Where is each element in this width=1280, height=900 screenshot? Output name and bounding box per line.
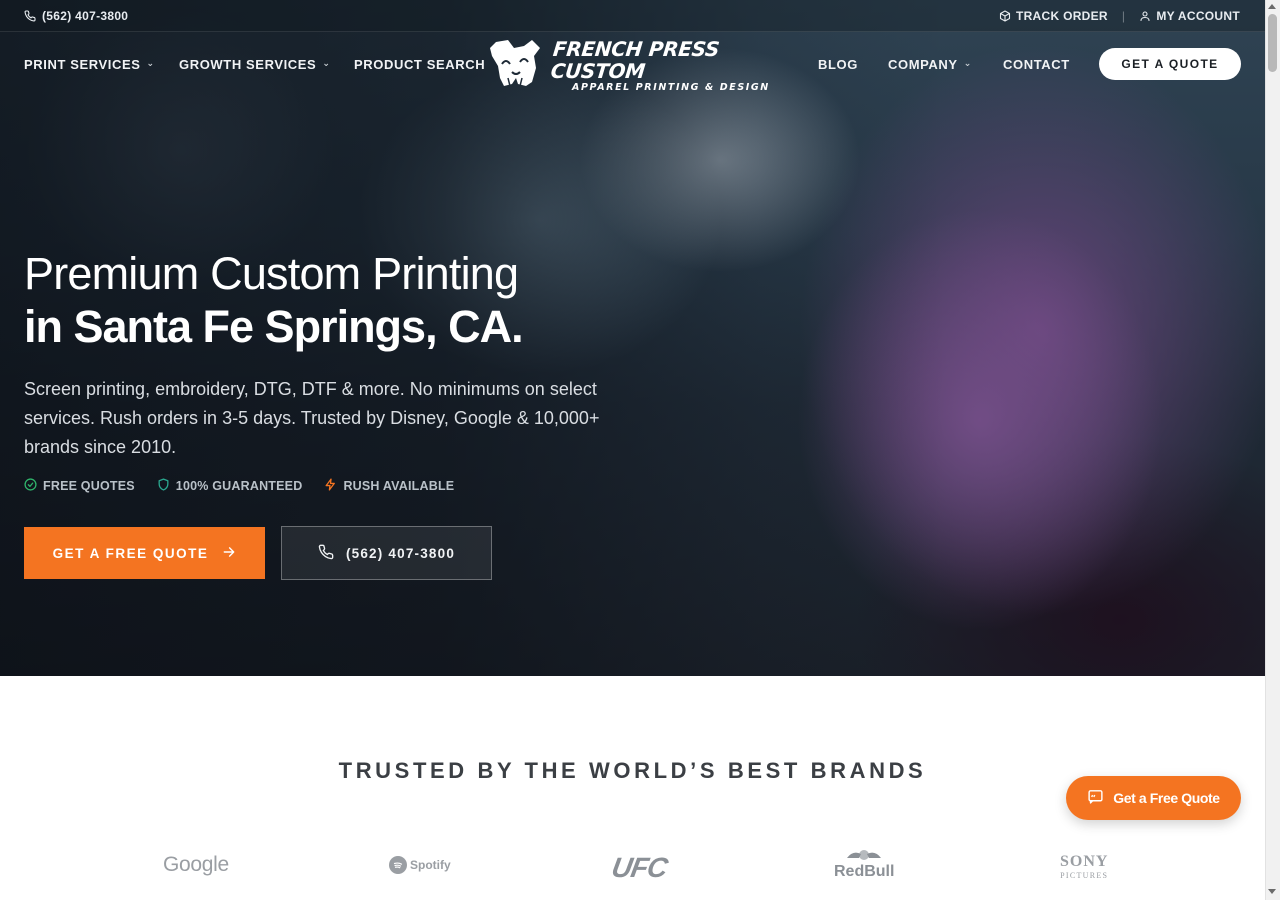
chevron-down-icon: ⌄ xyxy=(322,58,331,68)
badge-guaranteed-label: 100% GUARANTEED xyxy=(175,479,303,493)
chat-icon xyxy=(1087,788,1104,808)
french-bulldog-logo-icon xyxy=(488,38,544,93)
call-phone-button[interactable]: (562) 407-3800 xyxy=(281,526,492,580)
chevron-down-icon: ⌄ xyxy=(146,58,155,68)
check-circle-icon xyxy=(24,478,37,494)
nav-contact[interactable]: CONTACT xyxy=(1003,57,1070,72)
sony-wordmark: SONY xyxy=(1060,853,1109,870)
box-icon xyxy=(999,10,1011,22)
topbar-phone-link[interactable]: (562) 407-3800 xyxy=(24,9,128,23)
floating-quote-label: Get a Free Quote xyxy=(1113,790,1220,806)
track-order-label: TRACK ORDER xyxy=(1015,9,1108,23)
redbull-wordmark: RedBull xyxy=(834,863,895,880)
shield-icon xyxy=(157,478,170,494)
nav-growth-services[interactable]: GROWTH SERVICES ⌄ xyxy=(179,57,331,72)
spotify-wordmark: Spotify xyxy=(410,858,451,872)
phone-icon xyxy=(24,10,36,22)
phone-icon xyxy=(318,544,334,563)
floating-quote-button[interactable]: Get a Free Quote xyxy=(1066,776,1241,820)
get-free-quote-label: GET A FREE QUOTE xyxy=(52,545,209,561)
badge-free-quotes: FREE QUOTES xyxy=(24,478,135,494)
sony-pictures-logo: SONY PICTURES xyxy=(1060,853,1109,883)
ufc-logo: UFC xyxy=(609,852,670,883)
get-free-quote-button[interactable]: GET A FREE QUOTE xyxy=(24,527,265,579)
topbar-separator: | xyxy=(1121,9,1126,23)
nav-company-label: COMPANY xyxy=(888,57,958,72)
nav-product-search[interactable]: PRODUCT SEARCH xyxy=(354,57,485,72)
my-account-label: MY ACCOUNT xyxy=(1156,9,1240,23)
redbull-logo: RedBull xyxy=(834,848,895,880)
scroll-up-arrow-icon[interactable] xyxy=(1268,4,1276,9)
main-nav: PRINT SERVICES ⌄ GROWTH SERVICES ⌄ PRODU… xyxy=(0,32,1265,96)
hero-headline-line2: in Santa Fe Springs, CA. xyxy=(24,301,524,352)
utility-bar: (562) 407-3800 TRACK ORDER | MY ACCOUNT xyxy=(0,0,1265,32)
nav-blog[interactable]: BLOG xyxy=(818,57,858,72)
get-a-quote-button[interactable]: GET A QUOTE xyxy=(1099,48,1241,80)
badge-rush: RUSH AVAILABLE xyxy=(324,478,454,494)
redbull-bulls-icon xyxy=(847,850,882,860)
hero-subtext: Screen printing, embroidery, DTG, DTF & … xyxy=(24,379,600,457)
topbar-phone-text: (562) 407-3800 xyxy=(42,9,129,23)
sony-pictures-wordmark: PICTURES xyxy=(1060,871,1109,880)
my-account-link[interactable]: MY ACCOUNT xyxy=(1139,9,1240,23)
user-icon xyxy=(1139,10,1151,22)
spotify-logo: Spotify xyxy=(389,856,451,874)
nav-company[interactable]: COMPANY ⌄ xyxy=(888,57,972,72)
nav-print-services-label: PRINT SERVICES xyxy=(24,57,141,72)
nav-contact-label: CONTACT xyxy=(1003,57,1070,72)
chevron-down-icon: ⌄ xyxy=(963,58,972,68)
hero-badges: FREE QUOTES 100% GUARANTEED RUSH AVAILAB… xyxy=(24,478,454,494)
site-logo[interactable]: FRENCH PRESS CUSTOM APPAREL PRINTING & D… xyxy=(488,36,780,93)
lightning-icon xyxy=(324,478,337,494)
badge-guaranteed: 100% GUARANTEED xyxy=(157,478,303,494)
logo-wordmark: FRENCH PRESS CUSTOM xyxy=(549,36,721,83)
hero-headline-line1: Premium Custom Printing xyxy=(24,248,519,299)
nav-print-services[interactable]: PRINT SERVICES ⌄ xyxy=(24,57,155,72)
google-logo: Google xyxy=(163,853,229,876)
scrollbar-thumb[interactable] xyxy=(1268,14,1277,72)
scroll-down-arrow-icon[interactable] xyxy=(1268,889,1276,894)
spotify-icon xyxy=(389,856,407,874)
arrow-right-icon xyxy=(222,545,236,562)
nav-blog-label: BLOG xyxy=(818,57,858,72)
call-phone-label: (562) 407-3800 xyxy=(345,545,456,561)
badge-free-quotes-label: FREE QUOTES xyxy=(43,479,135,493)
nav-growth-services-label: GROWTH SERVICES xyxy=(179,57,317,72)
track-order-link[interactable]: TRACK ORDER xyxy=(999,9,1108,23)
page-scrollbar[interactable] xyxy=(1265,0,1280,900)
nav-product-search-label: PRODUCT SEARCH xyxy=(354,57,486,72)
badge-rush-label: RUSH AVAILABLE xyxy=(343,479,455,493)
logo-tagline: APPAREL PRINTING & DESIGN xyxy=(572,81,770,93)
